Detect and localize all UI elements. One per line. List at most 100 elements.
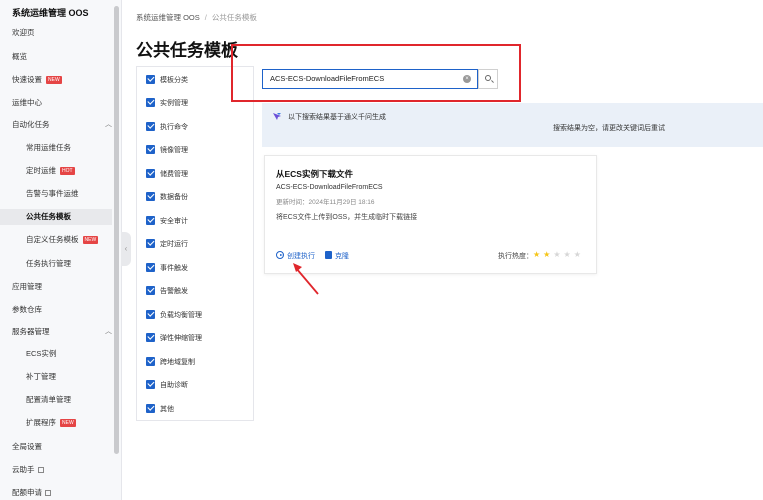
- sidebar-item-scheduled-ops[interactable]: 定时运维 HOT: [26, 164, 75, 178]
- sidebar-item-quick-setup[interactable]: 快速设置 NEW: [12, 73, 62, 87]
- sidebar-item-common-tasks[interactable]: 常用运维任务: [26, 141, 71, 155]
- breadcrumb: 系统运维管理 OOS / 公共任务模板: [136, 12, 257, 23]
- sidebar-item-inventory[interactable]: 配置清单管理: [26, 393, 71, 407]
- filter-label: 告警触发: [160, 288, 188, 295]
- category-filter-panel: 模板分类 实例管理 执行命令 镜像管理 储费管理 数据备份 安全审计 定时运行 …: [136, 66, 254, 421]
- sidebar-item-cloud-assistant[interactable]: 云助手: [12, 463, 44, 477]
- sidebar-item-app-management[interactable]: 应用管理: [12, 280, 42, 294]
- sidebar-item-label: 欢迎页: [12, 28, 35, 37]
- checkbox-checked-icon: [146, 168, 155, 178]
- sidebar-group-automation[interactable]: 自动化任务 ︿: [12, 118, 112, 132]
- new-badge: NEW: [46, 76, 62, 85]
- checkbox-checked-icon: [146, 309, 155, 319]
- sidebar-item-parameter-store[interactable]: 参数仓库: [12, 303, 42, 317]
- template-card[interactable]: 从ECS实例下载文件 ACS-ECS-DownloadFileFromECS 更…: [264, 155, 597, 274]
- execution-heat-label: 执行热度：: [498, 253, 533, 260]
- filter-checkbox[interactable]: 跨地域复制: [146, 356, 195, 369]
- chevron-left-icon: ‹: [124, 244, 128, 253]
- execution-heat-rating: ★★★★★: [533, 250, 584, 259]
- sidebar-item-welcome[interactable]: 欢迎页: [12, 26, 35, 40]
- sidebar-item-alarm-ops[interactable]: 告警与事件运维: [26, 187, 79, 201]
- filter-checkbox[interactable]: 自助诊断: [146, 379, 188, 392]
- template-updated-time: 更新时间：2024年11月29日 18:16: [276, 199, 375, 206]
- checkbox-checked-icon: [146, 262, 155, 272]
- sidebar-scrollbar[interactable]: [114, 6, 119, 454]
- page-title: 公共任务模板: [136, 41, 238, 60]
- checkbox-checked-icon: [146, 285, 155, 295]
- checkbox-checked-icon: [146, 74, 155, 84]
- checkbox-checked-icon: [146, 238, 155, 248]
- star-filled-icon: ★: [543, 250, 554, 259]
- sidebar-item-ecs-instances[interactable]: ECS实例: [26, 347, 56, 361]
- clone-label: 克隆: [335, 253, 349, 260]
- new-badge: NEW: [60, 419, 76, 428]
- sidebar-group-server-management[interactable]: 服务器管理 ︿: [12, 325, 112, 339]
- sidebar-item-label: 应用管理: [12, 282, 42, 291]
- template-title[interactable]: 从ECS实例下载文件: [276, 168, 353, 180]
- filter-checkbox-all[interactable]: 模板分类: [146, 74, 188, 87]
- filter-checkbox[interactable]: 弹性伸缩管理: [146, 332, 202, 345]
- clone-button[interactable]: 克隆: [325, 251, 349, 261]
- external-link-icon: [45, 490, 51, 497]
- hot-badge: HOT: [60, 167, 75, 176]
- sidebar-item-label: 运维中心: [12, 98, 42, 107]
- sidebar-item-patch-management[interactable]: 补丁管理: [26, 370, 56, 384]
- collapse-sidebar-button[interactable]: ‹: [121, 232, 131, 266]
- checkbox-checked-icon: [146, 379, 155, 389]
- ai-spark-icon: [273, 113, 281, 120]
- sidebar-item-task-executions[interactable]: 任务执行管理: [26, 257, 71, 271]
- filter-label: 模板分类: [160, 77, 188, 84]
- checkbox-checked-icon: [146, 356, 155, 366]
- sidebar-item-label: 告警与事件运维: [26, 189, 79, 198]
- filter-label: 自助诊断: [160, 382, 188, 389]
- sidebar-item-label: 自动化任务: [12, 120, 50, 129]
- sidebar-item-label: 服务器管理: [12, 327, 50, 336]
- ai-notice-bar: 以下搜索结果基于通义千问生成 搜索结果为空，请更改关键词后重试: [262, 103, 763, 147]
- star-empty-icon: ★: [563, 250, 574, 259]
- filter-label: 实例管理: [160, 100, 188, 107]
- sidebar-item-label: 快速设置: [12, 75, 42, 84]
- breadcrumb-separator: /: [204, 13, 207, 22]
- app-title: 系统运维管理 OOS: [12, 8, 89, 18]
- sidebar-item-label: 云助手: [12, 465, 35, 474]
- filter-checkbox[interactable]: 执行命令: [146, 121, 188, 134]
- filter-label: 执行命令: [160, 124, 188, 131]
- filter-checkbox[interactable]: 其他: [146, 403, 174, 416]
- sidebar-item-extensions[interactable]: 扩展程序 NEW: [26, 416, 76, 430]
- play-icon: [276, 251, 284, 260]
- filter-checkbox[interactable]: 镜像管理: [146, 144, 188, 157]
- sidebar-item-label: 任务执行管理: [26, 259, 71, 268]
- checkbox-checked-icon: [146, 97, 155, 107]
- filter-checkbox[interactable]: 告警触发: [146, 285, 188, 298]
- checkbox-checked-icon: [146, 144, 155, 154]
- sidebar-item-ops-center[interactable]: 运维中心: [12, 96, 42, 110]
- breadcrumb-current: 公共任务模板: [211, 13, 257, 22]
- filter-checkbox[interactable]: 事件触发: [146, 262, 188, 275]
- filter-label: 其他: [160, 406, 174, 413]
- external-link-icon: [37, 467, 44, 474]
- sidebar-item-public-templates[interactable]: 公共任务模板: [0, 209, 112, 225]
- sidebar-item-label: 配置清单管理: [26, 395, 71, 404]
- filter-checkbox[interactable]: 负载均衡管理: [146, 309, 202, 322]
- checkbox-checked-icon: [146, 332, 155, 342]
- filter-checkbox[interactable]: 定时运行: [146, 238, 188, 251]
- filter-checkbox[interactable]: 数据备份: [146, 191, 188, 204]
- filter-label: 储费管理: [160, 171, 188, 178]
- sidebar-item-custom-templates[interactable]: 自定义任务模板 NEW: [26, 233, 99, 247]
- chevron-up-icon: ︿: [105, 328, 112, 335]
- filter-checkbox[interactable]: 安全审计: [146, 215, 188, 228]
- sidebar-item-global-settings[interactable]: 全局设置: [12, 440, 42, 454]
- annotation-arrow: [293, 263, 319, 295]
- sidebar-item-overview[interactable]: 概览: [12, 50, 27, 64]
- filter-label: 数据备份: [160, 194, 188, 201]
- filter-label: 跨地域复制: [160, 359, 195, 366]
- sidebar-item-quota-request[interactable]: 配额申请: [12, 486, 51, 500]
- sidebar-item-label: 定时运维: [26, 166, 56, 175]
- filter-checkbox[interactable]: 实例管理: [146, 97, 188, 110]
- filter-checkbox[interactable]: 储费管理: [146, 168, 188, 181]
- sidebar-item-label: 扩展程序: [26, 418, 56, 427]
- sidebar-item-label: 自定义任务模板: [26, 235, 79, 244]
- filter-label: 镜像管理: [160, 147, 188, 154]
- breadcrumb-root[interactable]: 系统运维管理 OOS: [136, 13, 200, 22]
- sidebar-item-label: 参数仓库: [12, 305, 42, 314]
